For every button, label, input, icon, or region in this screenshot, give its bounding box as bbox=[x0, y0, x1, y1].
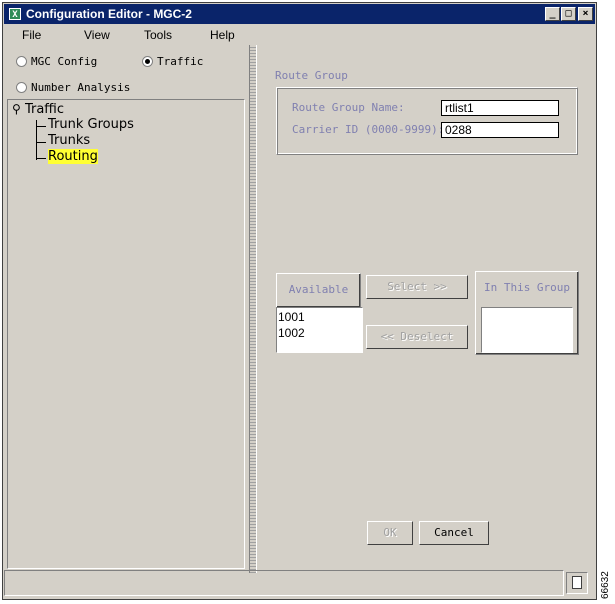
in-group-list[interactable] bbox=[481, 307, 573, 353]
route-group-name-label: Route Group Name: bbox=[292, 101, 405, 114]
menu-bar: File View Tools Help bbox=[4, 25, 595, 45]
menu-help[interactable]: Help bbox=[210, 28, 235, 42]
menu-file[interactable]: File bbox=[22, 28, 41, 42]
carrier-id-input[interactable]: 0288 bbox=[441, 122, 559, 138]
title-bar[interactable]: X Configuration Editor - MGC-2 _ □ × bbox=[4, 4, 595, 24]
tree-root-node[interactable]: ⚲ Traffic bbox=[12, 102, 64, 117]
available-list[interactable]: 1001 1002 bbox=[276, 307, 363, 353]
tree-root-label: Traffic bbox=[24, 102, 64, 117]
tree-connector bbox=[36, 142, 46, 143]
app-icon: X bbox=[9, 8, 21, 20]
status-bar bbox=[4, 570, 564, 596]
menu-view[interactable]: View bbox=[84, 28, 110, 42]
radio-dot-icon bbox=[16, 56, 27, 67]
close-button[interactable]: × bbox=[578, 7, 593, 21]
list-item[interactable]: 1002 bbox=[278, 326, 305, 340]
document-icon bbox=[572, 576, 582, 589]
menu-tools[interactable]: Tools bbox=[144, 28, 172, 42]
tree-expanded-icon: ⚲ bbox=[12, 102, 21, 116]
minimize-button[interactable]: _ bbox=[545, 7, 560, 21]
tree-item-trunk-groups[interactable]: Trunk Groups bbox=[48, 117, 134, 132]
route-group-title: Route Group bbox=[275, 69, 348, 82]
window-title: Configuration Editor - MGC-2 bbox=[26, 7, 192, 21]
ok-button[interactable]: OK bbox=[367, 521, 413, 545]
route-group-name-input[interactable]: rtlist1 bbox=[441, 100, 559, 116]
tree-connector bbox=[36, 126, 46, 127]
route-group-editor: Route Group Route Group Name: rtlist1 Ca… bbox=[257, 45, 597, 573]
radio-dot-icon bbox=[16, 82, 27, 93]
radio-selected-dot-icon bbox=[142, 56, 153, 67]
list-item[interactable]: 1001 bbox=[278, 310, 305, 324]
maximize-button[interactable]: □ bbox=[561, 7, 576, 21]
figure-number: 66632 bbox=[600, 571, 611, 599]
pane-splitter[interactable] bbox=[249, 45, 257, 573]
tree-item-trunks[interactable]: Trunks bbox=[48, 133, 90, 148]
in-group-label: In This Group bbox=[483, 281, 571, 294]
radio-traffic-label: Traffic bbox=[157, 55, 204, 68]
status-panel[interactable] bbox=[566, 572, 588, 594]
tree-item-routing[interactable]: Routing bbox=[48, 149, 98, 164]
route-group-box: Route Group Name: rtlist1 Carrier ID (00… bbox=[276, 87, 578, 155]
traffic-tree: ⚲ Traffic Trunk Groups Trunks Routing bbox=[7, 99, 245, 569]
cancel-button[interactable]: Cancel bbox=[419, 521, 489, 545]
available-label: Available bbox=[288, 283, 349, 296]
carrier-id-label: Carrier ID (0000-9999): bbox=[292, 123, 445, 136]
radio-mgc-config-label: MGC Config bbox=[31, 55, 98, 68]
select-button[interactable]: Select >> bbox=[366, 275, 468, 299]
available-header: Available bbox=[276, 273, 361, 308]
config-editor-window: X Configuration Editor - MGC-2 _ □ × Fil… bbox=[2, 2, 597, 600]
in-group-panel: In This Group bbox=[475, 271, 579, 355]
tree-connector bbox=[36, 158, 46, 159]
radio-number-analysis-label: Number Analysis bbox=[31, 81, 131, 94]
deselect-button[interactable]: << Deselect bbox=[366, 325, 468, 349]
